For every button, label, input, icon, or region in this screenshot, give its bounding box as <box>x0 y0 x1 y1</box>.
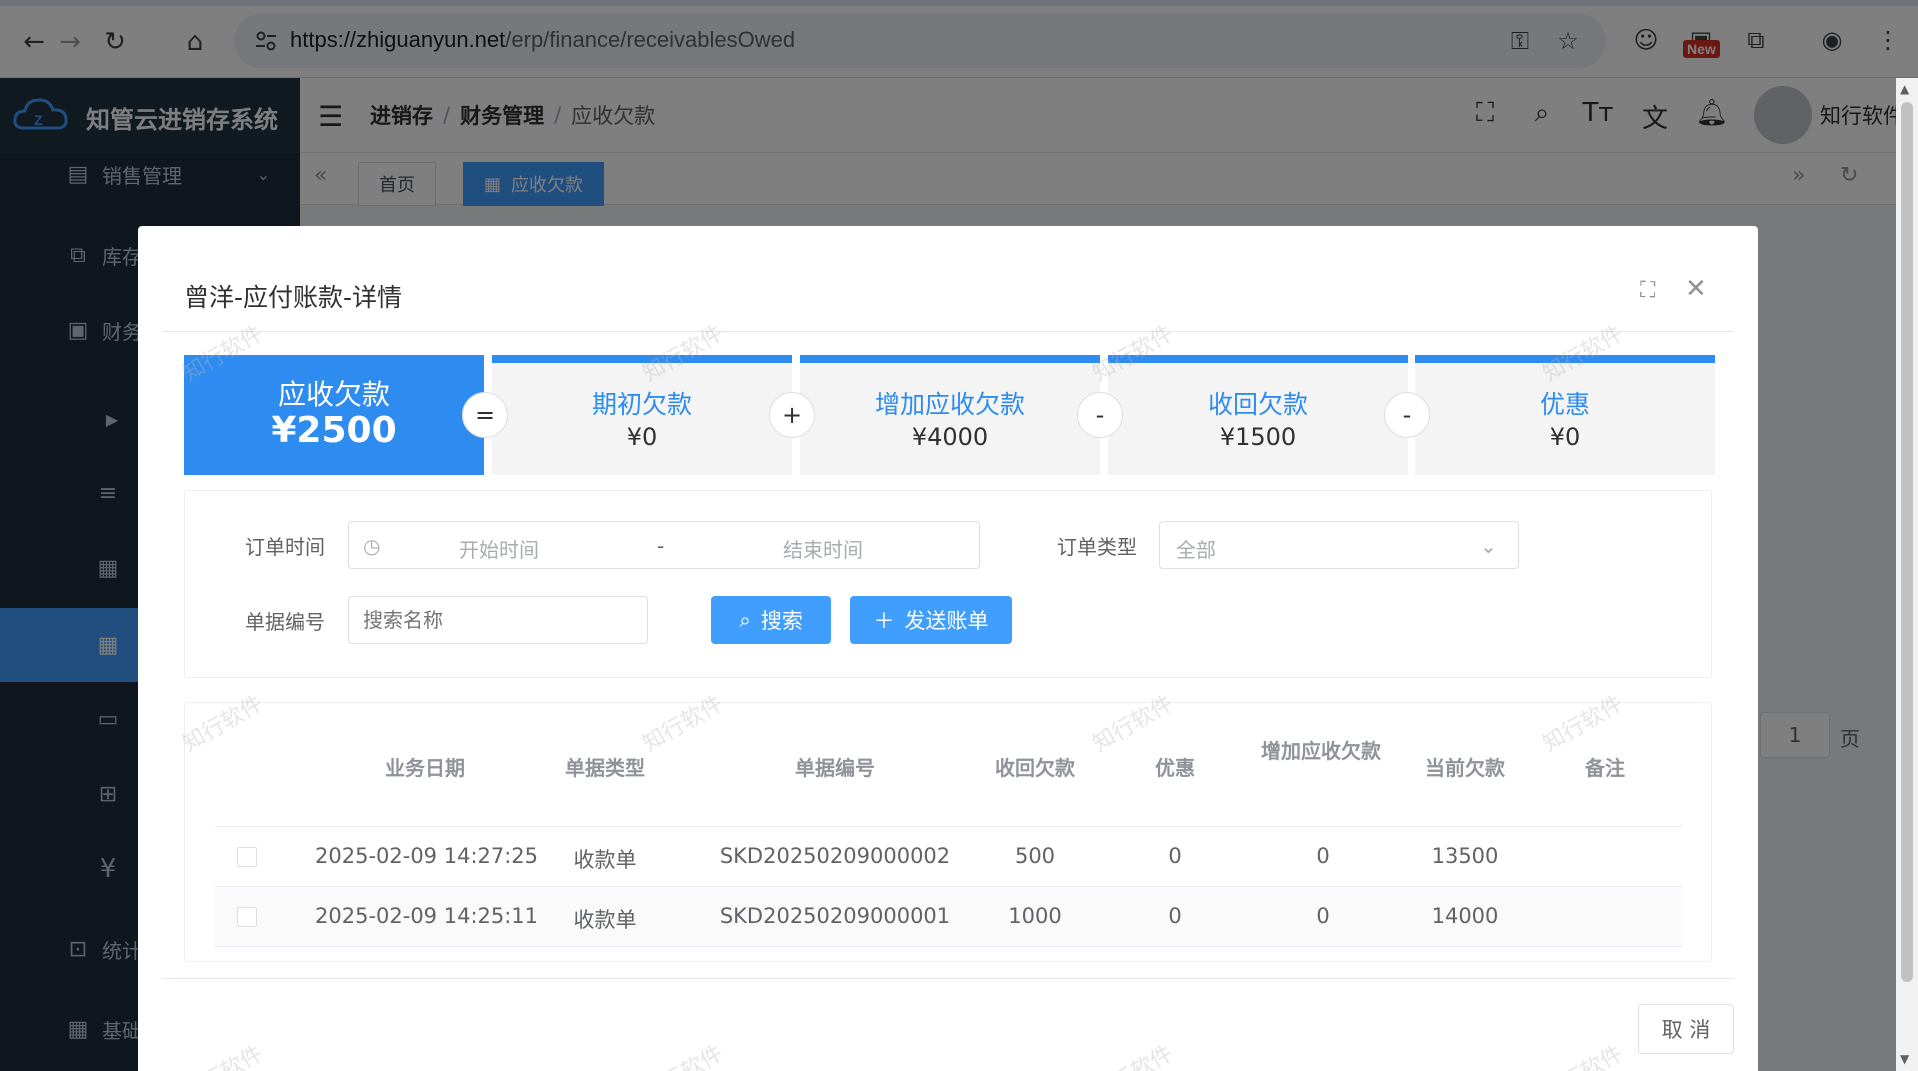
doc-no-input[interactable] <box>348 596 648 644</box>
summary-card-recovered: 收回欠款 ¥1500 <box>1108 355 1408 475</box>
summary-card-label: 增加应收欠款 <box>874 390 1025 419</box>
summary-main-label: 应收欠款 <box>277 378 390 411</box>
search-button[interactable]: ⌕ 搜索 <box>711 596 831 644</box>
filter-panel: 订单时间 ◷ 开始时间 - 结束时间 订单类型 全部 ⌄ 单据编号 ⌕ 搜索 ＋… <box>184 490 1712 678</box>
table-cell: 收款单 <box>573 908 637 932</box>
summary-card-label: 优惠 <box>1539 390 1590 419</box>
maximize-icon[interactable]: ⛶ <box>1640 278 1655 303</box>
table-header: 备注 <box>1585 756 1625 780</box>
clock-icon: ◷ <box>363 534 381 558</box>
close-icon[interactable]: ✕ <box>1685 274 1707 304</box>
table-cell: 0 <box>1168 844 1182 868</box>
summary-card-value: ¥4000 <box>911 423 989 451</box>
scroll-thumb[interactable] <box>1901 102 1913 982</box>
summary-card-opening: 期初欠款 ¥0 <box>492 355 792 475</box>
cancel-button-label: 取 消 <box>1661 1018 1711 1042</box>
search-button-label: 搜索 <box>760 609 803 633</box>
chevron-down-icon: ⌄ <box>1480 534 1497 558</box>
scroll-up-icon[interactable]: ▲ <box>1900 82 1909 96</box>
divider <box>162 978 1734 979</box>
cancel-button[interactable]: 取 消 <box>1638 1004 1734 1054</box>
table-cell: 0 <box>1316 904 1330 928</box>
row-checkbox[interactable] <box>237 847 257 867</box>
dialog-title: 曾洋-应付账款-详情 <box>184 283 403 312</box>
minus-operator: - <box>1077 392 1123 438</box>
send-bill-button-label: 发送账单 <box>904 609 989 633</box>
summary-card-value: ¥0 <box>1549 423 1581 451</box>
table-row[interactable]: 2025-02-09 14:27:25 收款单 SKD2025020900000… <box>215 826 1683 886</box>
table-cell: 0 <box>1316 844 1330 868</box>
watermark: 知行软件 <box>1536 1036 1628 1071</box>
detail-table: 业务日期 单据类型 单据编号 收回欠款 优惠 增加应收欠款 当前欠款 备注 20… <box>184 702 1712 962</box>
table-cell: 500 <box>1014 844 1056 868</box>
table-header: 单据编号 <box>795 756 875 780</box>
detail-dialog: 曾洋-应付账款-详情 ⛶ ✕ 应收欠款 ¥2500 = 期初欠款 ¥0 + 增加… <box>138 226 1758 1071</box>
table-header: 业务日期 <box>385 756 465 780</box>
table-header: 当前欠款 <box>1425 756 1505 780</box>
plus-operator: + <box>769 392 815 438</box>
summary-card-discount: 优惠 ¥0 <box>1415 355 1715 475</box>
table-cell: 2025-02-09 14:25:11 <box>315 904 539 928</box>
equals-operator: = <box>462 392 508 438</box>
order-type-select[interactable]: 全部 ⌄ <box>1159 521 1519 569</box>
search-icon: ⌕ <box>739 607 751 632</box>
end-time-placeholder[interactable]: 结束时间 <box>783 534 863 563</box>
table-cell: 收款单 <box>573 848 637 872</box>
table-cell: 1000 <box>1008 904 1062 928</box>
range-separator: - <box>657 534 665 558</box>
summary-main-value: ¥2500 <box>271 410 397 451</box>
summary-card-label: 收回欠款 <box>1207 390 1308 419</box>
row-checkbox[interactable] <box>237 907 257 927</box>
table-bottom-border <box>215 946 1683 947</box>
plus-icon: ＋ <box>873 609 895 633</box>
table-header: 优惠 <box>1155 756 1195 780</box>
send-bill-button[interactable]: ＋ 发送账单 <box>850 596 1012 644</box>
watermark: 知行软件 <box>1086 1036 1178 1071</box>
table-header: 收回欠款 <box>995 756 1075 780</box>
watermark: 知行软件 <box>176 1036 268 1071</box>
summary-card-value: ¥1500 <box>1219 423 1297 451</box>
summary-main-card: 应收欠款 ¥2500 <box>184 355 484 475</box>
order-time-label: 订单时间 <box>245 535 325 559</box>
scroll-down-icon[interactable]: ▼ <box>1900 1052 1909 1066</box>
table-header: 增加应收欠款 <box>1261 739 1381 763</box>
minus-operator: - <box>1384 392 1430 438</box>
divider <box>162 331 1734 332</box>
summary-card-increase: 增加应收欠款 ¥4000 <box>800 355 1100 475</box>
table-cell: 2025-02-09 14:27:25 <box>315 844 539 868</box>
summary-card-value: ¥0 <box>626 423 658 451</box>
table-cell: 0 <box>1168 904 1182 928</box>
table-cell: 14000 <box>1431 904 1499 928</box>
table-cell: SKD20250209000002 <box>719 844 951 868</box>
page-scrollbar[interactable]: ▲ ▼ <box>1896 78 1918 1071</box>
start-time-placeholder[interactable]: 开始时间 <box>459 534 539 563</box>
table-row[interactable]: 2025-02-09 14:25:11 收款单 SKD2025020900000… <box>215 886 1683 946</box>
doc-no-label: 单据编号 <box>245 610 325 634</box>
summary-card-label: 期初欠款 <box>591 390 692 419</box>
table-cell: SKD20250209000001 <box>719 904 951 928</box>
order-type-label: 订单类型 <box>1057 535 1137 559</box>
order-time-range-picker[interactable]: ◷ 开始时间 - 结束时间 <box>348 521 980 569</box>
summary-bar: 应收欠款 ¥2500 = 期初欠款 ¥0 + 增加应收欠款 ¥4000 - 收回… <box>184 355 1715 475</box>
order-type-value: 全部 <box>1176 538 1216 562</box>
table-header: 单据类型 <box>565 756 645 780</box>
table-cell: 13500 <box>1431 844 1499 868</box>
watermark: 知行软件 <box>636 1036 728 1071</box>
